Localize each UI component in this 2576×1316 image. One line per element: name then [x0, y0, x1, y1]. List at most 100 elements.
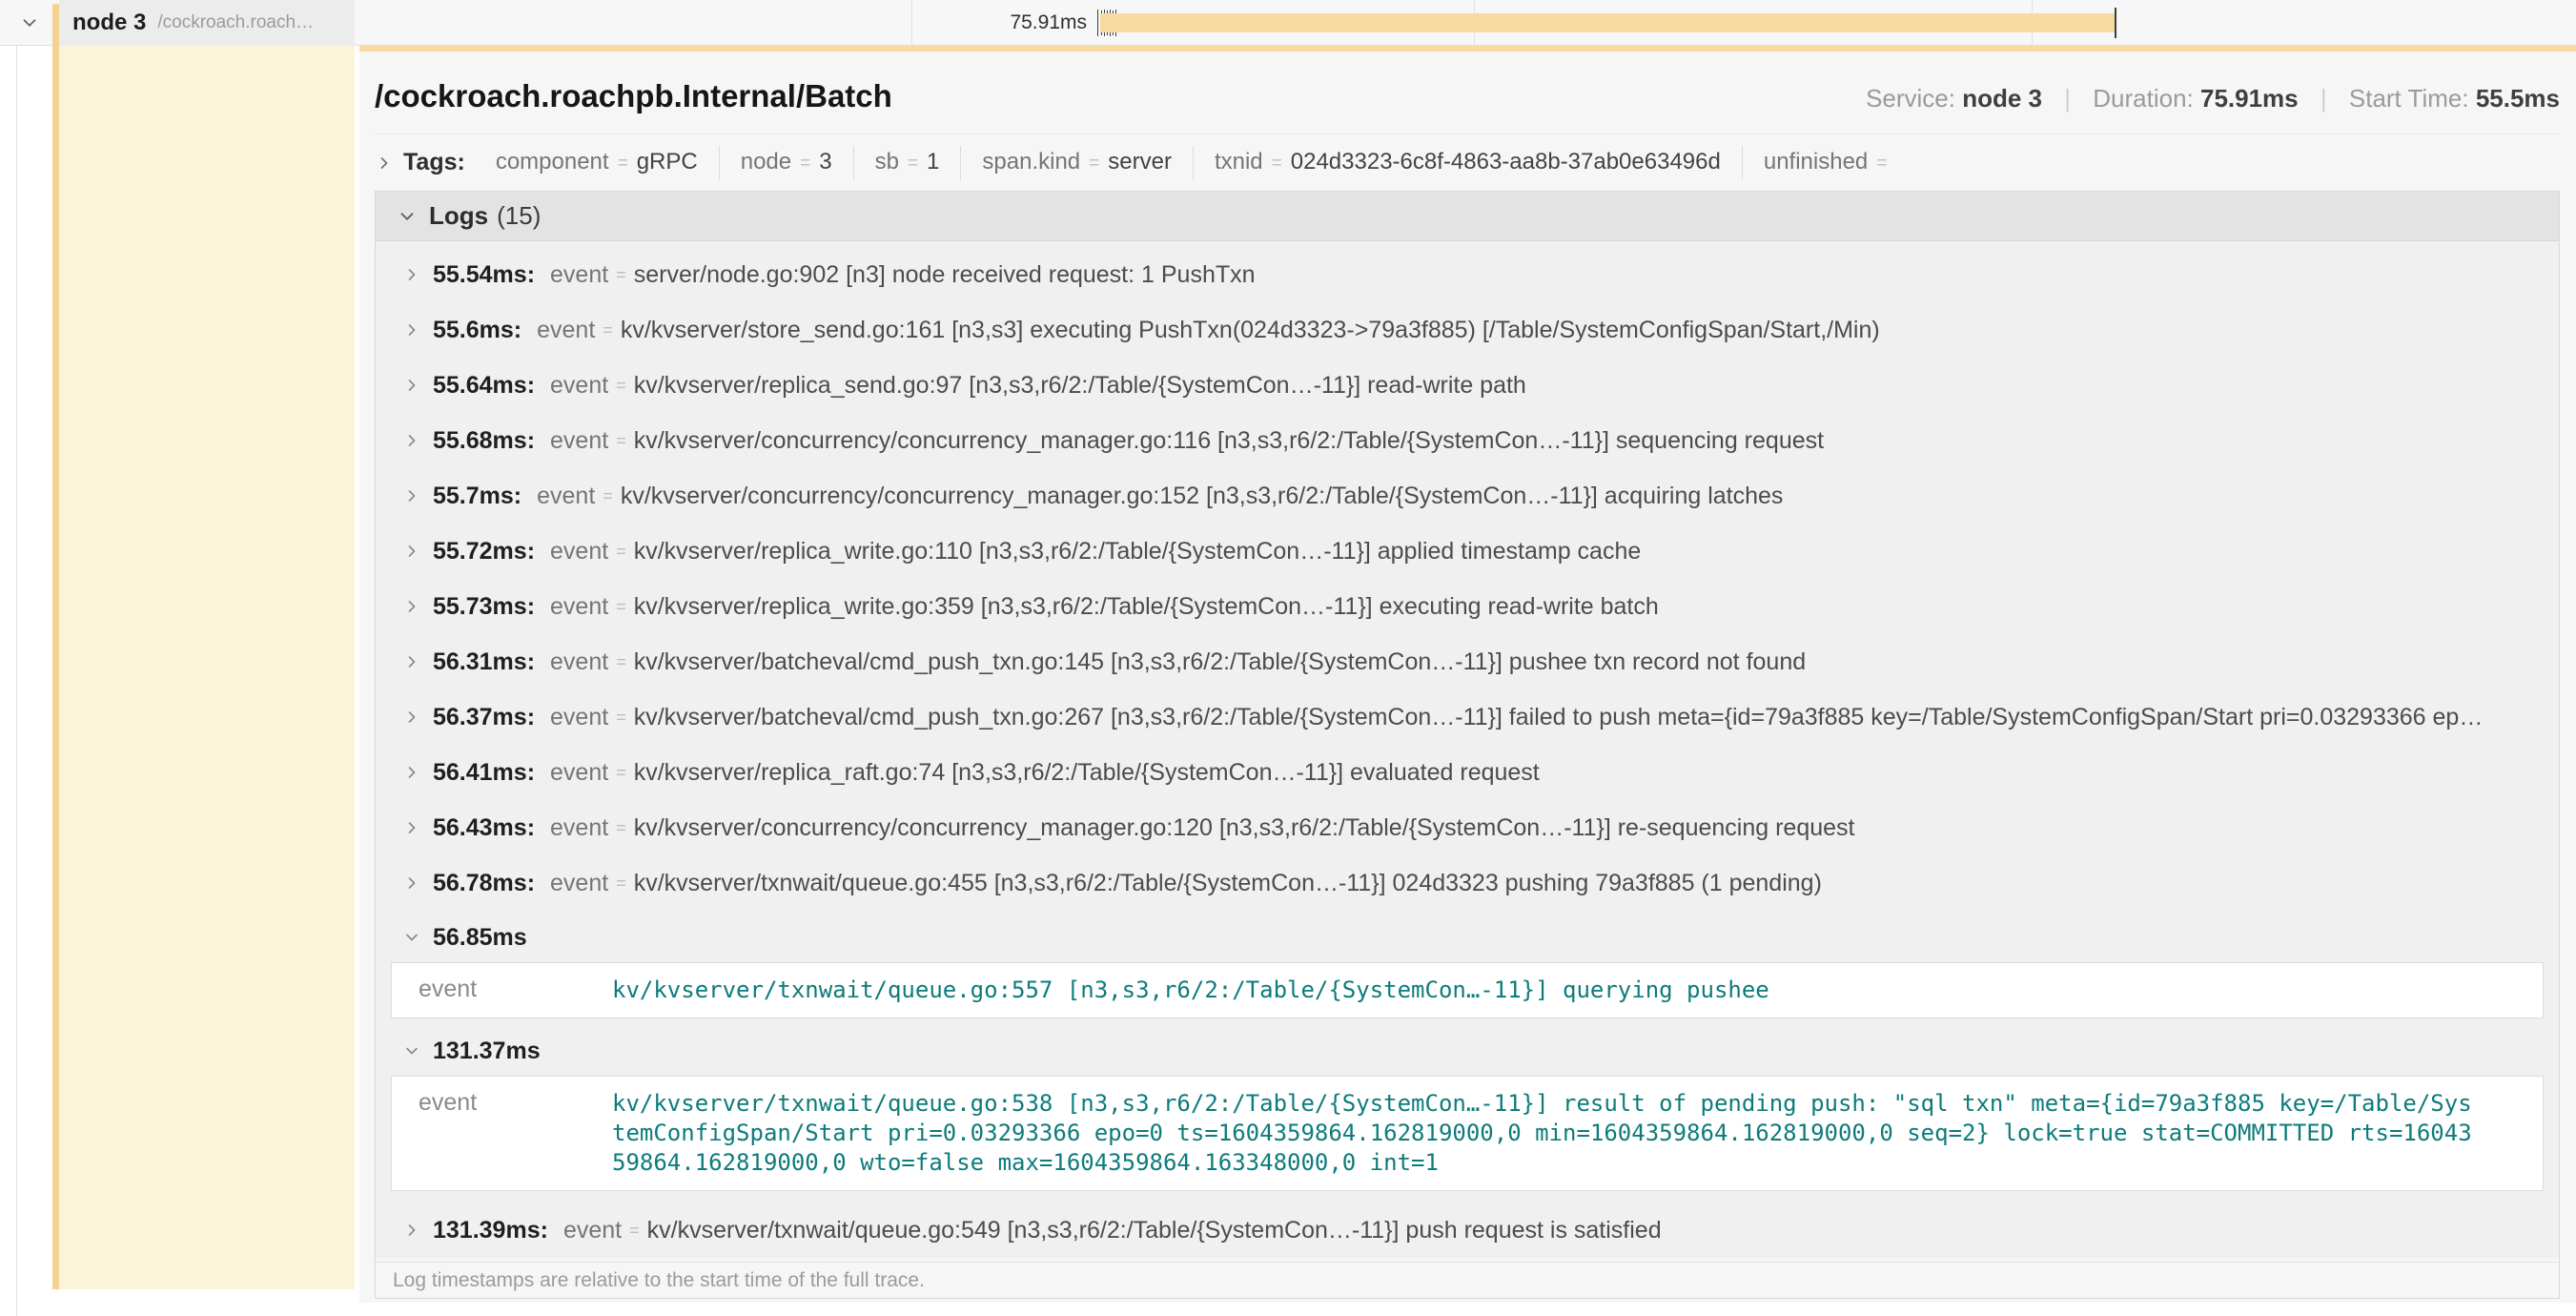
equals-sign: = [616, 431, 626, 451]
log-detail-card: eventkv/kvserver/txnwait/queue.go:538 [n… [391, 1076, 2544, 1191]
chevron-down-icon [19, 12, 40, 33]
log-row-collapsed[interactable]: 55.7ms:event=kv/kvserver/concurrency/con… [376, 468, 2559, 524]
collapse-span-chevron[interactable] [19, 12, 40, 38]
span-operation-title: /cockroach.roachpb.Internal/Batch [375, 78, 892, 114]
service-value: node 3 [1962, 84, 2042, 113]
log-value-line: kv/kvserver/txnwait/queue.go:538 [n3,s3,… [612, 1089, 2472, 1119]
meta-separator: | [2320, 84, 2327, 113]
equals-sign: = [629, 1221, 640, 1241]
log-field-name: event [550, 372, 608, 400]
tag-value: 3 [819, 146, 831, 178]
equals-sign: = [908, 148, 918, 180]
chevron-right-icon [402, 542, 421, 561]
selected-span-row-highlight [59, 46, 355, 1289]
log-timestamp: 55.68ms: [433, 427, 535, 455]
log-timestamp: 55.64ms: [433, 372, 535, 400]
tags-row: Tags: component=gRPCnode=3sb=1span.kind=… [375, 134, 2560, 191]
log-timestamp: 56.43ms: [433, 814, 535, 842]
log-timestamp: 56.37ms: [433, 704, 535, 731]
tags-list: component=gRPCnode=3sb=1span.kind=server… [475, 146, 1917, 180]
tag-value: server [1108, 146, 1172, 178]
log-row-collapsed[interactable]: 55.54ms:event=server/node.go:902 [n3] no… [376, 247, 2559, 302]
tag-item: txnid = 024d3323-6c8f-4863-aa8b-37ab0e6349… [1194, 146, 1743, 180]
log-timestamp: 55.7ms: [433, 483, 521, 510]
tag-key: txnid [1215, 146, 1263, 178]
span-timeline-row: node 3 /cockroach.roach… 75.91ms [0, 0, 2576, 46]
tag-item: sb=1 [854, 146, 962, 180]
start-time-value: 55.5ms [2476, 84, 2560, 113]
log-field-name: event [550, 704, 608, 731]
chevron-down-icon [402, 928, 421, 947]
log-timestamp: 56.41ms: [433, 759, 535, 787]
log-field-name: event [550, 538, 608, 565]
span-end-tick [2115, 8, 2116, 38]
log-field-value: kv/kvserver/batcheval/cmd_push_txn.go:14… [634, 648, 1806, 676]
equals-sign: = [616, 376, 626, 396]
chevron-right-icon [402, 652, 421, 671]
tag-item: unfinished= [1743, 146, 1917, 180]
log-row-collapsed[interactable]: 55.72ms:event=kv/kvserver/replica_write.… [376, 524, 2559, 579]
tag-item: component=gRPC [475, 146, 720, 180]
log-row-collapsed[interactable]: 56.31ms:event=kv/kvserver/batcheval/cmd_… [376, 634, 2559, 689]
span-detail-panel: /cockroach.roachpb.Internal/Batch Servic… [359, 46, 2576, 1303]
log-field-value: kv/kvserver/store_send.go:161 [n3,s3] ex… [621, 317, 1880, 344]
equals-sign: = [616, 542, 626, 562]
log-field-name: event [550, 759, 608, 787]
tags-accordion-toggle[interactable]: Tags: [375, 149, 475, 176]
equals-sign: = [800, 148, 810, 180]
log-timestamp: 55.73ms: [433, 593, 535, 621]
chevron-right-icon [402, 486, 421, 505]
log-field-name: event [550, 814, 608, 842]
start-time-label: Start Time: [2349, 84, 2469, 113]
left-gutter-divider [16, 0, 17, 1316]
log-row-expanded-header[interactable]: 131.37ms [376, 1030, 2559, 1072]
span-detail-header: /cockroach.roachpb.Internal/Batch Servic… [375, 51, 2560, 134]
log-timestamp: 56.31ms: [433, 648, 535, 676]
selected-span-color-bar [52, 4, 59, 1289]
chevron-right-icon [402, 431, 421, 450]
log-field-name: event [550, 593, 608, 621]
log-timestamp: 55.54ms: [433, 261, 535, 289]
log-field-value: server/node.go:902 [n3] node received re… [634, 261, 1256, 289]
log-row-collapsed[interactable]: 56.37ms:event=kv/kvserver/batcheval/cmd_… [376, 689, 2559, 745]
tag-value: 024d3323-6c8f-4863-aa8b-37ab0e63496d [1291, 146, 1721, 178]
tag-item: node=3 [720, 146, 854, 180]
log-row-collapsed[interactable]: 56.43ms:event=kv/kvserver/concurrency/co… [376, 800, 2559, 855]
log-row-collapsed[interactable]: 56.41ms:event=kv/kvserver/replica_raft.g… [376, 745, 2559, 800]
equals-sign: = [1876, 148, 1887, 180]
equals-sign: = [616, 763, 626, 783]
log-field-value: kv/kvserver/concurrency/concurrency_mana… [621, 483, 1784, 510]
chevron-right-icon [402, 708, 421, 727]
chevron-right-icon [402, 1221, 421, 1240]
logs-body: 55.54ms: event = server/node.go:902 [n3] no… [376, 241, 2559, 1258]
log-row-collapsed[interactable]: 131.39ms:event=kv/kvserver/txnwait/queue… [376, 1203, 2559, 1258]
log-field-value: kv/kvserver/txnwait/queue.go:455 [n3,s3,… [634, 870, 1822, 897]
log-field-name: event [537, 483, 595, 510]
log-row-collapsed[interactable]: 55.73ms:event=kv/kvserver/replica_write.… [376, 579, 2559, 634]
logs-accordion-header[interactable]: Logs (15) [376, 192, 2559, 241]
log-field-name: event [550, 870, 608, 897]
equals-sign: = [1089, 148, 1099, 180]
log-field-value: kv/kvserver/replica_write.go:359 [n3,s3,… [634, 593, 1659, 621]
meta-separator: | [2064, 84, 2071, 113]
span-name-tab[interactable]: node 3 /cockroach.roach… [59, 0, 355, 46]
span-duration-bar[interactable] [1100, 13, 2116, 32]
tag-key: sb [875, 146, 899, 178]
chevron-down-icon [397, 206, 418, 227]
equals-sign: = [616, 874, 626, 894]
log-row-collapsed[interactable]: 55.64ms: event = kv/kvserver/replica_send.g… [376, 358, 2559, 413]
log-field-name: event [550, 261, 608, 289]
log-row-collapsed[interactable]: 56.78ms:event=kv/kvserver/txnwait/queue.… [376, 855, 2559, 911]
log-field-value: kv/kvserver/replica_send.go:97 [n3,s3,r6… [634, 372, 1526, 400]
log-field-value: kv/kvserver/batcheval/cmd_push_txn.go:26… [634, 704, 2484, 731]
span-operation-name: /cockroach.roach… [157, 12, 314, 33]
log-row-collapsed[interactable]: 55.6ms:event=kv/kvserver/store_send.go:1… [376, 302, 2559, 358]
equals-sign: = [618, 148, 628, 180]
log-row-collapsed[interactable]: 55.68ms:event=kv/kvserver/concurrency/co… [376, 413, 2559, 468]
equals-sign: = [1272, 148, 1282, 180]
log-field-name: event [550, 427, 608, 455]
log-field-name: event [407, 976, 612, 1005]
duration-label: Duration: [2093, 84, 2194, 113]
log-row-expanded-header[interactable]: 56.85ms [376, 916, 2559, 958]
chevron-right-icon [402, 763, 421, 782]
